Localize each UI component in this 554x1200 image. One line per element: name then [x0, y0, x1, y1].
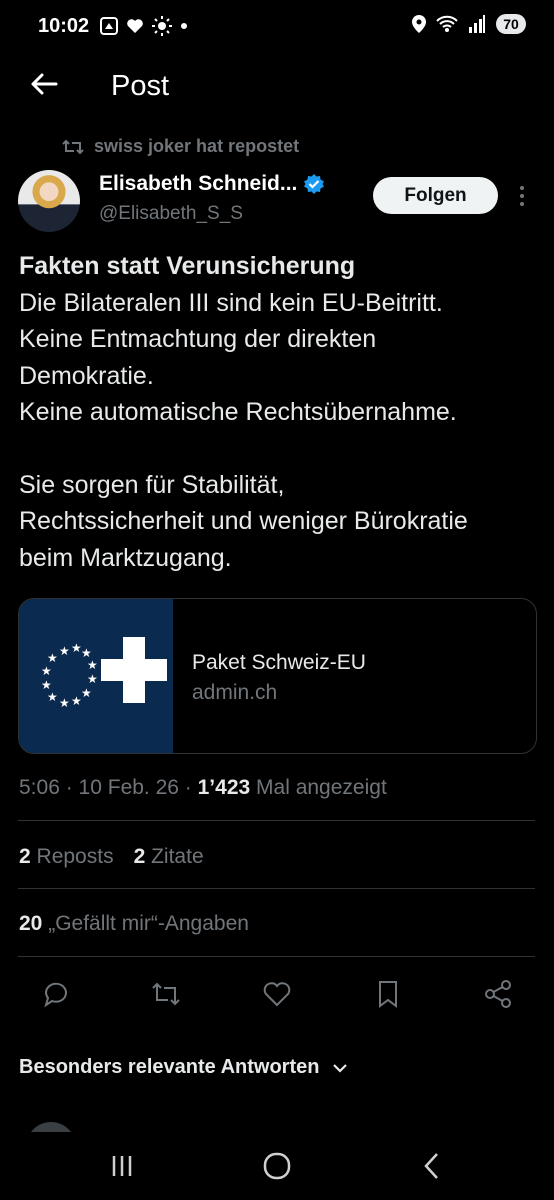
post-meta: 5:06 · 10 Feb. 26 · 1’423 Mal angezeigt [19, 776, 387, 799]
post-line: beim Marktzugang. [19, 543, 232, 572]
post-line: Sie sorgen für Stabilität, [19, 470, 285, 499]
repost-indicator[interactable]: swiss joker hat repostet [62, 136, 299, 157]
page-title: Post [111, 70, 170, 102]
repost-label: swiss joker hat repostet [94, 136, 300, 156]
divider [18, 888, 535, 889]
post-headline: Fakten statt Verunsicherung [19, 252, 356, 280]
share-icon[interactable] [482, 978, 514, 1010]
more-options-icon[interactable] [512, 184, 532, 208]
post-line: Rechtssicherheit und weniger Bürokratie [19, 507, 468, 535]
post-text: Fakten statt Verunsicherung Die Bilatera… [19, 248, 544, 576]
status-time: 10:02 [38, 15, 90, 37]
cast-icon [100, 17, 118, 35]
author-handle[interactable]: @Elisabeth_S_S [99, 203, 243, 225]
repost-action-icon[interactable] [150, 978, 182, 1010]
system-icons: 70 [412, 14, 526, 34]
follow-button[interactable]: Folgen [373, 177, 498, 214]
likes-stat-row[interactable]: 20 „Gefällt mir“-Angaben [19, 912, 249, 936]
svg-text:★: ★ [87, 658, 98, 672]
svg-text:★: ★ [59, 696, 70, 710]
home-icon[interactable] [259, 1148, 295, 1184]
location-icon [412, 15, 426, 33]
dot-icon [181, 23, 187, 29]
svg-text:★: ★ [47, 651, 58, 665]
quotes-count: 2 [133, 845, 146, 868]
svg-text:★: ★ [71, 694, 82, 708]
post-line: Die Bilateralen III sind kein EU-Beitrit… [19, 288, 443, 317]
card-title: Paket Schweiz-EU [192, 651, 366, 674]
likes-label: „Gefällt mir“-Angaben [48, 912, 249, 935]
views-count: 1’423 [197, 776, 251, 799]
bookmark-icon[interactable] [372, 978, 404, 1010]
repost-quote-stats: 2 Reposts 2 Zitate [19, 845, 204, 869]
quotes-stat[interactable]: 2 Zitate [134, 845, 204, 869]
post-date: 10 Feb. 26 [78, 776, 179, 799]
reply-icon[interactable] [40, 978, 72, 1010]
svg-text:★: ★ [81, 686, 92, 700]
battery-indicator: 70 [496, 14, 526, 34]
signal-icon [469, 15, 485, 33]
system-back-icon[interactable] [414, 1148, 450, 1184]
divider [18, 956, 535, 957]
like-icon[interactable] [261, 978, 293, 1010]
author-name-row[interactable]: Elisabeth Schneid... [99, 172, 325, 196]
post-line: Demokratie. [19, 361, 154, 390]
notification-icons [100, 16, 188, 36]
chevron-down-icon [333, 1063, 348, 1073]
repost-icon [62, 139, 84, 154]
link-card[interactable]: ★ ★ ★ ★ ★ ★ ★ ★ ★ ★ ★ ★ Paket Schweiz-EU… [18, 598, 537, 754]
post-time: 5:06 [19, 776, 60, 799]
card-thumbnail: ★ ★ ★ ★ ★ ★ ★ ★ ★ ★ ★ ★ [19, 599, 173, 753]
views-label: Mal angezeigt [256, 776, 387, 799]
likes-count: 20 [19, 912, 43, 935]
recent-apps-icon[interactable] [104, 1148, 140, 1184]
heart-icon [127, 19, 143, 33]
reposts-stat[interactable]: 2 Reposts [19, 845, 114, 869]
divider [18, 820, 535, 821]
svg-text:★: ★ [87, 672, 98, 686]
post-line: Keine Entmachtung der direkten [19, 325, 377, 353]
top-bar: Post [0, 60, 554, 116]
post-line: Keine automatische Rechtsübernahme. [19, 398, 457, 426]
author-avatar[interactable] [18, 170, 80, 232]
card-text: Paket Schweiz-EU admin.ch [173, 599, 366, 753]
eu-swiss-logo-icon: ★ ★ ★ ★ ★ ★ ★ ★ ★ ★ ★ ★ [41, 637, 167, 710]
status-bar: 10:02 70 [0, 0, 554, 54]
svg-text:★: ★ [59, 644, 70, 658]
replies-sort-dropdown[interactable]: Besonders relevante Antworten [19, 1056, 349, 1079]
svg-text:★: ★ [41, 664, 52, 678]
wifi-icon [436, 15, 458, 32]
reposts-label: Reposts [36, 845, 114, 868]
svg-text:★: ★ [47, 690, 58, 704]
verified-badge-icon [304, 174, 325, 194]
quotes-label: Zitate [151, 845, 204, 868]
replies-sort-label: Besonders relevante Antworten [19, 1056, 320, 1078]
reply-preview[interactable] [18, 1118, 535, 1132]
reposts-count: 2 [19, 845, 31, 868]
reply-avatar [26, 1122, 76, 1132]
action-bar [0, 978, 554, 1014]
card-domain: admin.ch [192, 681, 278, 704]
sun-icon [152, 16, 172, 36]
system-nav-bar [0, 1132, 554, 1200]
back-arrow-icon[interactable] [28, 68, 60, 100]
author-name[interactable]: Elisabeth Schneid... [99, 172, 297, 196]
